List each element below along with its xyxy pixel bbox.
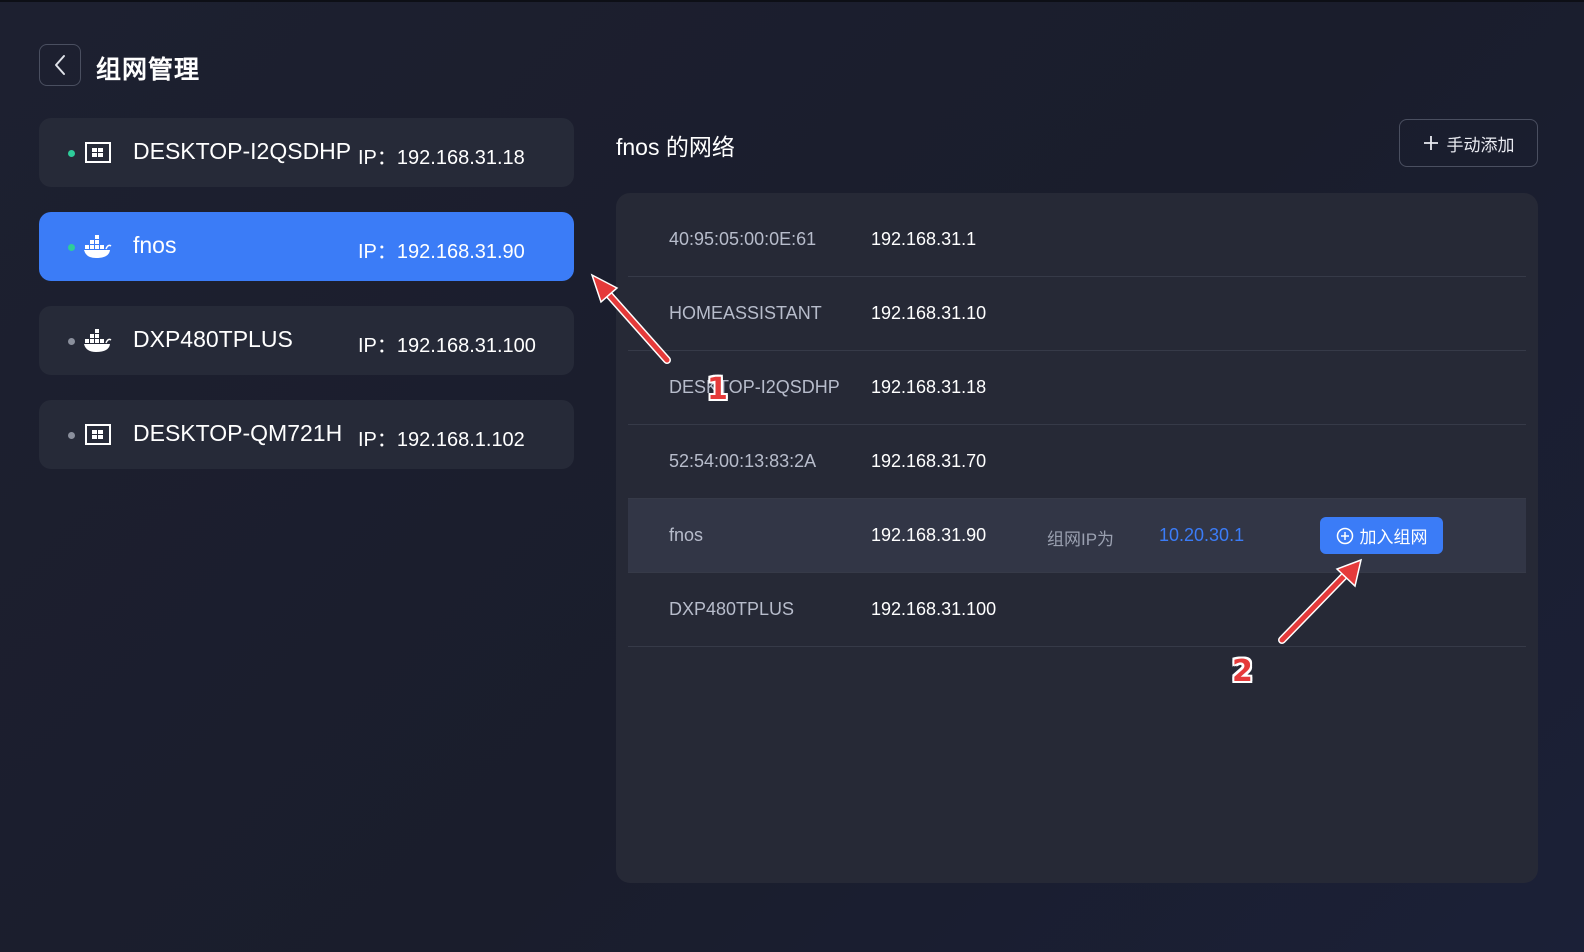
docker-whale-icon	[84, 235, 112, 258]
annotation-marker-2: 2	[1232, 654, 1253, 689]
manual-add-button[interactable]: 手动添加	[1399, 119, 1538, 167]
row-device-ip: 192.168.31.10	[871, 303, 987, 323]
device-ip: IP：192.168.31.100	[358, 335, 536, 357]
device-name: DESKTOP-QM721H	[133, 420, 343, 446]
row-device-name: 40:95:05:00:0E:61	[669, 229, 817, 249]
windows-pc-icon	[85, 424, 111, 445]
device-card-fnos[interactable]: fnos IP：192.168.31.90	[39, 212, 574, 281]
table-row-highlighted: fnos 192.168.31.90 组网IP为 10.20.30.1 加入组网	[628, 499, 1526, 573]
table-row: 52:54:00:13:83:2A 192.168.31.70	[628, 425, 1526, 499]
row-device-name: HOMEASSISTANT	[669, 303, 822, 323]
plus-icon	[1423, 136, 1438, 150]
device-ip: IP：192.168.1.102	[358, 429, 525, 451]
docker-whale-icon	[84, 329, 112, 352]
row-device-ip: 192.168.31.90	[871, 525, 987, 545]
status-dot-offline	[68, 432, 75, 439]
virtual-ip-label: 组网IP为	[1047, 530, 1115, 549]
row-device-name: DXP480TPLUS	[669, 599, 795, 619]
table-row: 40:95:05:00:0E:61 192.168.31.1	[628, 203, 1526, 277]
page-title: 组网管理	[96, 56, 201, 84]
row-device-name: DESKTOP-I2QSDHP	[669, 377, 840, 397]
annotation-marker-1: 1	[707, 372, 728, 407]
chevron-left-icon	[55, 55, 65, 75]
window-top-border	[0, 0, 1584, 2]
device-name: DXP480TPLUS	[133, 326, 293, 352]
network-title: fnos 的网络	[616, 134, 735, 160]
device-name: fnos	[133, 232, 177, 258]
status-dot-offline	[68, 338, 75, 345]
join-network-label: 加入组网	[1359, 528, 1428, 547]
row-device-ip: 192.168.31.100	[871, 599, 997, 619]
row-device-name: fnos	[669, 525, 704, 545]
status-dot-online	[68, 150, 75, 157]
row-device-ip: 192.168.31.18	[871, 377, 987, 397]
device-card-desktop-i2qsdhp[interactable]: DESKTOP-I2QSDHP IP：192.168.31.18	[39, 118, 574, 187]
table-row: DESKTOP-I2QSDHP 192.168.31.18	[628, 351, 1526, 425]
virtual-ip-value: 10.20.30.1	[1159, 525, 1245, 545]
manual-add-label: 手动添加	[1446, 135, 1515, 155]
network-device-table: 40:95:05:00:0E:61 192.168.31.1 HOMEASSIS…	[616, 193, 1538, 883]
device-card-dxp480tplus[interactable]: DXP480TPLUS IP：192.168.31.100	[39, 306, 574, 375]
join-network-button[interactable]: 加入组网	[1320, 517, 1443, 554]
device-name: DESKTOP-I2QSDHP	[133, 138, 352, 164]
device-ip: IP：192.168.31.18	[358, 147, 525, 169]
row-device-ip: 192.168.31.1	[871, 229, 977, 249]
back-button[interactable]	[39, 44, 81, 86]
status-dot-online	[68, 244, 75, 251]
device-ip: IP：192.168.31.90	[358, 241, 525, 263]
plus-circle-icon	[1336, 527, 1353, 544]
row-device-ip: 192.168.31.70	[871, 451, 987, 471]
table-row: DXP480TPLUS 192.168.31.100	[628, 573, 1526, 647]
row-device-name: 52:54:00:13:83:2A	[669, 451, 817, 471]
device-card-desktop-qm721h[interactable]: DESKTOP-QM721H IP：192.168.1.102	[39, 400, 574, 469]
windows-pc-icon	[85, 142, 111, 163]
table-row: HOMEASSISTANT 192.168.31.10	[628, 277, 1526, 351]
